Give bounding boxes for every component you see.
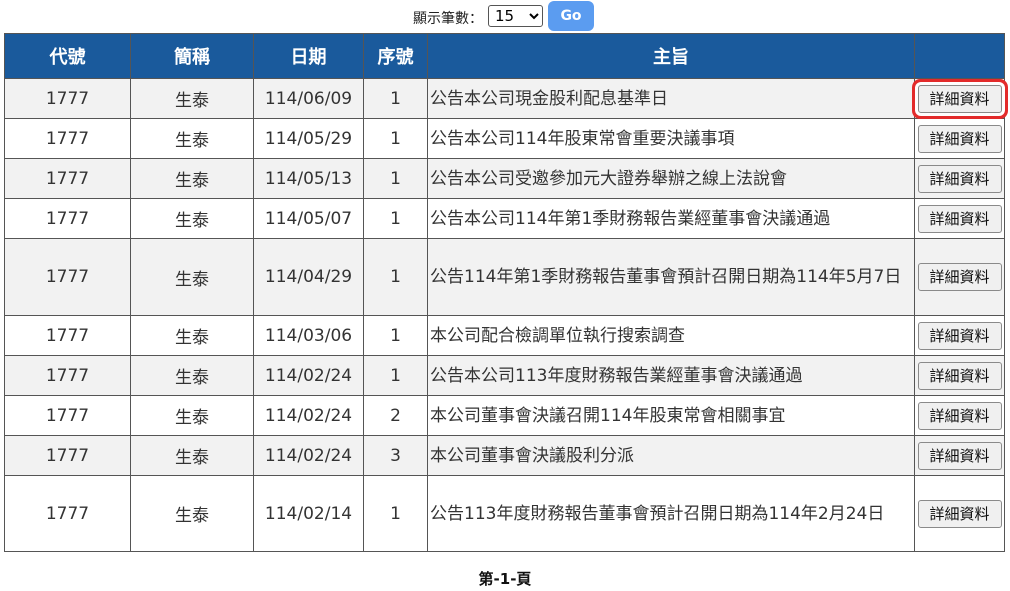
- cell-name: 生泰: [130, 435, 254, 476]
- details-button[interactable]: 詳細資料: [917, 164, 1002, 193]
- details-button[interactable]: 詳細資料: [917, 401, 1002, 430]
- table-row: 1777 生泰 114/02/24 3 本公司董事會決議股利分派 詳細資料: [4, 435, 1005, 476]
- cell-subject: 公告本公司114年股東常會重要決議事項: [427, 118, 915, 159]
- cell-subject: 本公司董事會決議股利分派: [427, 435, 915, 476]
- cell-code: 1777: [4, 158, 131, 199]
- cell-code: 1777: [4, 238, 131, 316]
- cell-code: 1777: [4, 78, 131, 119]
- cell-name: 生泰: [130, 315, 254, 356]
- header-subject: 主旨: [427, 33, 915, 79]
- cell-action: 詳細資料: [914, 395, 1005, 436]
- cell-seq: 2: [363, 395, 428, 436]
- details-button[interactable]: 詳細資料: [917, 499, 1002, 528]
- cell-name: 生泰: [130, 395, 254, 436]
- cell-seq: 1: [363, 238, 428, 316]
- announcement-table: 代號 簡稱 日期 序號 主旨 1777 生泰 114/06/09 1 公告本公司…: [4, 33, 1005, 552]
- table-row: 1777 生泰 114/05/07 1 公告本公司114年第1季財務報告業經董事…: [4, 198, 1005, 239]
- cell-subject: 本公司配合檢調單位執行搜索調查: [427, 315, 915, 356]
- cell-name: 生泰: [130, 238, 254, 316]
- cell-seq: 1: [363, 158, 428, 199]
- page-size-label: 顯示筆數：: [413, 11, 483, 27]
- table-row: 1777 生泰 114/02/14 1 公告113年度財務報告董事會預計召開日期…: [4, 475, 1005, 552]
- go-button[interactable]: Go: [548, 1, 594, 31]
- cell-date: 114/06/09: [253, 78, 364, 119]
- table-row: 1777 生泰 114/02/24 1 公告本公司113年度財務報告業經董事會決…: [4, 355, 1005, 396]
- details-button[interactable]: 詳細資料: [917, 321, 1002, 350]
- cell-subject: 公告113年度財務報告董事會預計召開日期為114年2月24日: [427, 475, 915, 552]
- details-button[interactable]: 詳細資料: [917, 84, 1002, 113]
- cell-action: 詳細資料: [914, 118, 1005, 159]
- table-row: 1777 生泰 114/04/29 1 公告114年第1季財務報告董事會預計召開…: [4, 238, 1005, 316]
- cell-name: 生泰: [130, 118, 254, 159]
- cell-action: 詳細資料: [914, 315, 1005, 356]
- table-row: 1777 生泰 114/02/24 2 本公司董事會決議召開114年股東常會相關…: [4, 395, 1005, 436]
- cell-subject: 公告本公司113年度財務報告業經董事會決議通過: [427, 355, 915, 396]
- cell-seq: 1: [363, 198, 428, 239]
- cell-code: 1777: [4, 315, 131, 356]
- header-name: 簡稱: [130, 33, 254, 79]
- cell-date: 114/02/24: [253, 395, 364, 436]
- table-row: 1777 生泰 114/05/29 1 公告本公司114年股東常會重要決議事項 …: [4, 118, 1005, 159]
- header-code: 代號: [4, 33, 131, 79]
- header-seq: 序號: [363, 33, 428, 79]
- cell-date: 114/03/06: [253, 315, 364, 356]
- details-button[interactable]: 詳細資料: [917, 361, 1002, 390]
- cell-subject: 本公司董事會決議召開114年股東常會相關事宜: [427, 395, 915, 436]
- cell-code: 1777: [4, 198, 131, 239]
- cell-name: 生泰: [130, 475, 254, 552]
- table-row: 1777 生泰 114/05/13 1 公告本公司受邀參加元大證券舉辦之線上法說…: [4, 158, 1005, 199]
- cell-name: 生泰: [130, 158, 254, 199]
- cell-date: 114/04/29: [253, 238, 364, 316]
- header-action: [914, 33, 1005, 79]
- cell-seq: 1: [363, 78, 428, 119]
- details-button[interactable]: 詳細資料: [917, 263, 1002, 291]
- cell-action: 詳細資料: [914, 198, 1005, 239]
- cell-date: 114/02/24: [253, 435, 364, 476]
- cell-code: 1777: [4, 118, 131, 159]
- cell-date: 114/05/13: [253, 158, 364, 199]
- details-button[interactable]: 詳細資料: [917, 204, 1002, 233]
- header-date: 日期: [253, 33, 364, 79]
- cell-subject: 公告114年第1季財務報告董事會預計召開日期為114年5月7日: [427, 238, 915, 316]
- cell-action: 詳細資料: [914, 435, 1005, 476]
- cell-action: 詳細資料: [914, 475, 1005, 552]
- cell-action: 詳細資料: [914, 355, 1005, 396]
- cell-date: 114/05/07: [253, 198, 364, 239]
- cell-code: 1777: [4, 475, 131, 552]
- cell-subject: 公告本公司受邀參加元大證券舉辦之線上法說會: [427, 158, 915, 199]
- page-indicator: 第-1-頁: [478, 570, 532, 588]
- cell-date: 114/02/14: [253, 475, 364, 552]
- table-row: 1777 生泰 114/06/09 1 公告本公司現金股利配息基準日 詳細資料: [4, 78, 1005, 119]
- cell-seq: 1: [363, 355, 428, 396]
- cell-action: 詳細資料: [914, 158, 1005, 199]
- cell-code: 1777: [4, 355, 131, 396]
- cell-name: 生泰: [130, 78, 254, 119]
- cell-action: 詳細資料: [914, 238, 1005, 316]
- cell-date: 114/05/29: [253, 118, 364, 159]
- cell-code: 1777: [4, 395, 131, 436]
- cell-name: 生泰: [130, 198, 254, 239]
- cell-action: 詳細資料: [914, 78, 1005, 119]
- cell-subject: 公告本公司114年第1季財務報告業經董事會決議通過: [427, 198, 915, 239]
- cell-seq: 1: [363, 118, 428, 159]
- details-button[interactable]: 詳細資料: [917, 441, 1002, 470]
- table-header-row: 代號 簡稱 日期 序號 主旨: [4, 33, 1005, 79]
- table-row: 1777 生泰 114/03/06 1 本公司配合檢調單位執行搜索調查 詳細資料: [4, 315, 1005, 356]
- details-button[interactable]: 詳細資料: [917, 124, 1002, 153]
- page-size-select[interactable]: 15: [488, 5, 543, 27]
- cell-code: 1777: [4, 435, 131, 476]
- cell-date: 114/02/24: [253, 355, 364, 396]
- cell-name: 生泰: [130, 355, 254, 396]
- cell-seq: 1: [363, 475, 428, 552]
- cell-seq: 3: [363, 435, 428, 476]
- cell-seq: 1: [363, 315, 428, 356]
- cell-subject: 公告本公司現金股利配息基準日: [427, 78, 915, 119]
- toolbar: 顯示筆數： 15 Go: [0, 0, 1010, 33]
